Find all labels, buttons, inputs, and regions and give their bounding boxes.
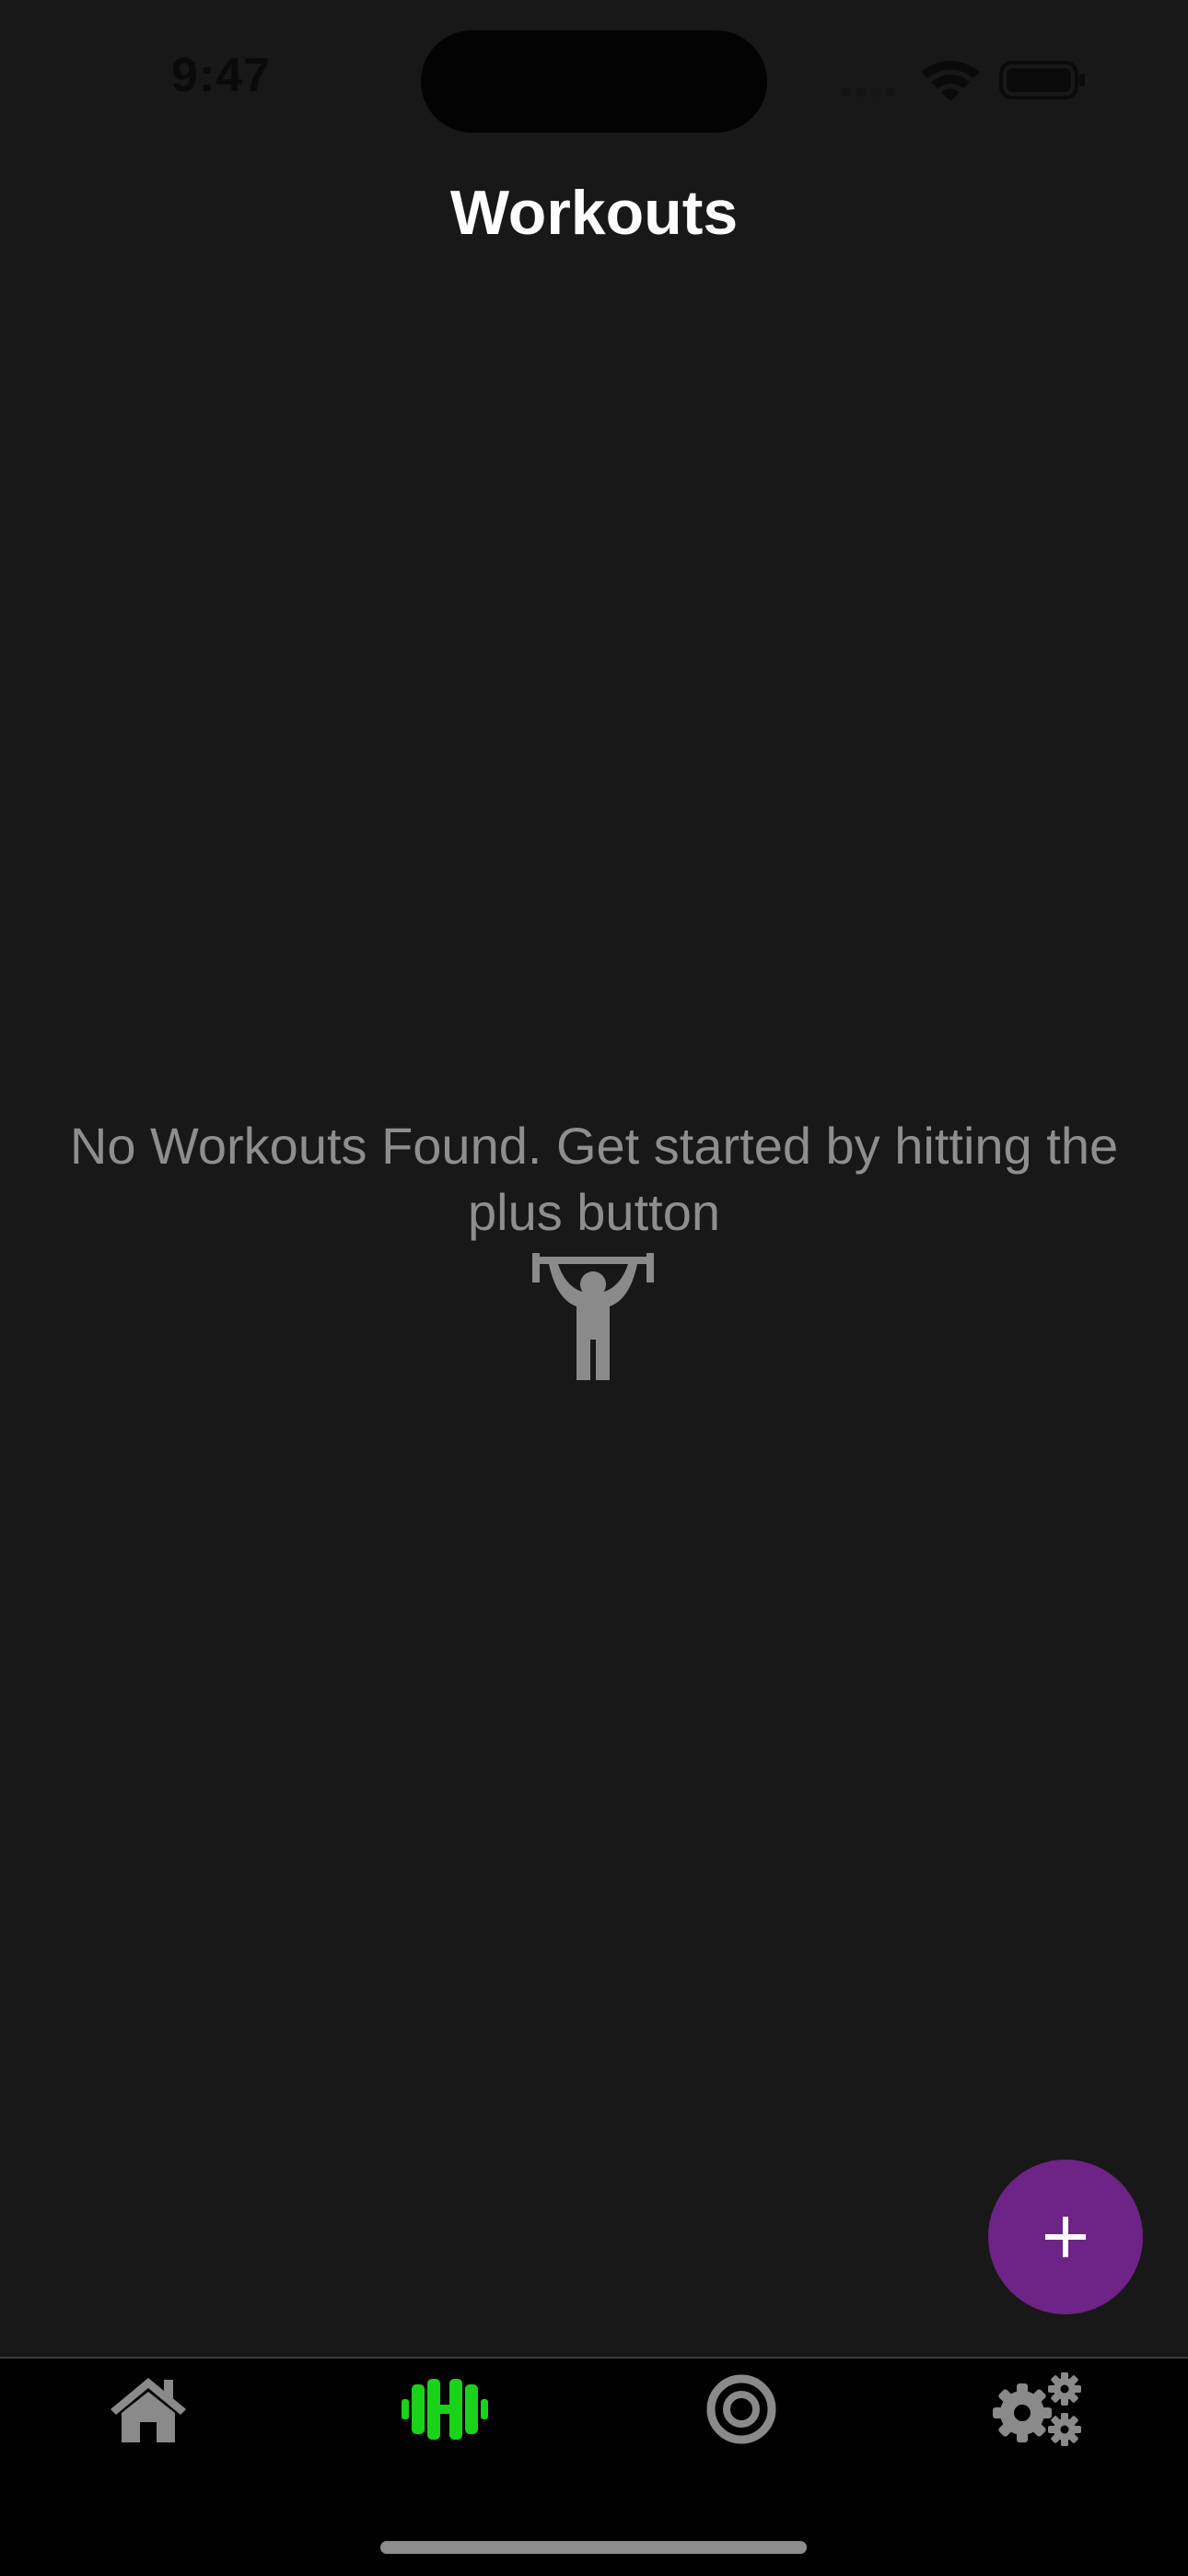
signal-icon bbox=[842, 88, 895, 97]
add-workout-button[interactable] bbox=[988, 2160, 1143, 2314]
weightlifter-icon bbox=[532, 1253, 654, 1380]
gears-icon bbox=[993, 2372, 1081, 2446]
workouts-screen: 9:47 Workouts No Workouts Found. Get sta… bbox=[0, 0, 1188, 2576]
tab-goals[interactable] bbox=[593, 2359, 890, 2460]
empty-state-message: No Workouts Found. Get started by hittin… bbox=[69, 1117, 1119, 1241]
page-title: Workouts bbox=[449, 178, 739, 248]
tab-home[interactable] bbox=[0, 2359, 297, 2460]
dumbbell-icon bbox=[402, 2379, 488, 2440]
plus-icon bbox=[1045, 2217, 1086, 2257]
tab-workouts[interactable] bbox=[297, 2359, 593, 2460]
tab-settings[interactable] bbox=[890, 2359, 1186, 2460]
dynamic-island bbox=[421, 30, 767, 133]
status-icons bbox=[838, 57, 1087, 103]
wifi-icon bbox=[921, 61, 980, 101]
home-icon bbox=[111, 2378, 186, 2442]
target-icon bbox=[706, 2374, 776, 2444]
battery-icon bbox=[999, 61, 1085, 100]
home-indicator[interactable] bbox=[380, 2541, 807, 2554]
status-time: 9:47 bbox=[171, 49, 272, 102]
